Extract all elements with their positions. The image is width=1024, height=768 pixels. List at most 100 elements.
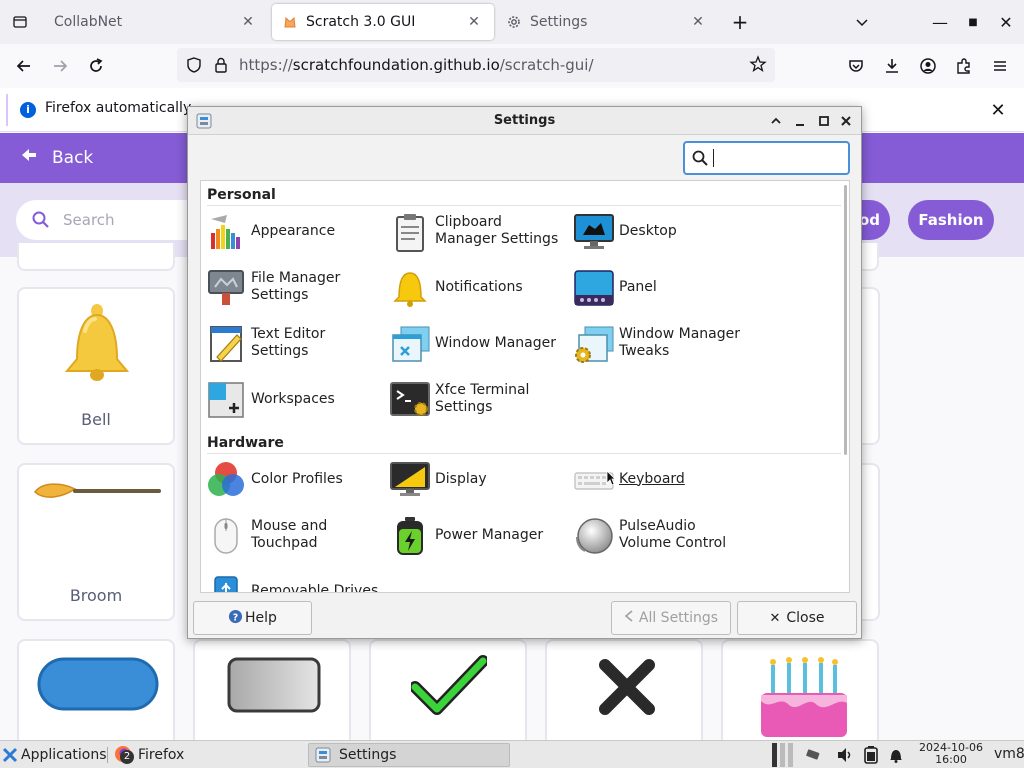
- settings-item-clipboard[interactable]: Clipboard Manager Settings: [385, 205, 569, 257]
- settings-item-text-editor[interactable]: Text Editor Settings: [201, 317, 385, 369]
- help-button[interactable]: ? Help: [193, 601, 312, 635]
- forward-arrow-icon[interactable]: [42, 48, 78, 84]
- hamburger-menu-icon[interactable]: [982, 48, 1018, 84]
- close-icon[interactable]: ✕: [984, 96, 1012, 124]
- item-label: Removable Drives: [251, 582, 379, 593]
- close-icon[interactable]: ✕: [688, 14, 708, 30]
- all-settings-button[interactable]: All Settings: [611, 601, 731, 635]
- back-button[interactable]: Back: [20, 147, 93, 168]
- settings-item-display[interactable]: Display: [385, 453, 569, 505]
- maximize-icon[interactable]: ■: [955, 4, 991, 40]
- settings-item-terminal[interactable]: Xfce Terminal Settings: [385, 373, 569, 425]
- close-icon[interactable]: ✕: [464, 14, 484, 30]
- settings-item-power[interactable]: Power Manager: [385, 509, 569, 561]
- settings-item-file-manager[interactable]: File Manager Settings: [201, 261, 385, 313]
- firefox-label: Firefox: [138, 747, 185, 763]
- volume-icon[interactable]: [836, 747, 854, 767]
- svg-text:?: ?: [233, 612, 238, 623]
- maximize-icon[interactable]: [814, 111, 834, 131]
- clock[interactable]: 2024-10-06 16:00: [915, 742, 987, 766]
- xfce-logo-icon: [2, 747, 18, 763]
- settings-item-window-manager[interactable]: Window Manager: [385, 317, 569, 369]
- settings-item-color-profiles[interactable]: Color Profiles: [201, 453, 385, 505]
- settings-item-workspaces[interactable]: Workspaces: [201, 373, 385, 425]
- settings-item-mouse[interactable]: Mouse and Touchpad: [201, 509, 385, 561]
- minimize-icon[interactable]: —: [922, 4, 958, 40]
- notification-text: Firefox automatically: [45, 100, 192, 116]
- applications-menu-button[interactable]: Applications: [2, 743, 107, 767]
- library-card[interactable]: [17, 243, 175, 271]
- notification-accent: [6, 94, 8, 126]
- close-window-icon[interactable]: ✕: [988, 4, 1024, 40]
- downloads-icon[interactable]: [874, 48, 910, 84]
- settings-item-removable-drives[interactable]: Removable Drives: [201, 565, 385, 593]
- taskbar-firefox[interactable]: 2 Firefox: [114, 743, 304, 767]
- lock-icon[interactable]: [212, 56, 230, 78]
- settings-item-panel[interactable]: Panel: [569, 261, 753, 313]
- chevron-up-icon[interactable]: [766, 111, 786, 131]
- item-label: Workspaces: [251, 390, 335, 407]
- shield-icon[interactable]: [185, 56, 203, 78]
- reload-icon[interactable]: [78, 48, 114, 84]
- settings-item-window-tweaks[interactable]: Window Manager Tweaks: [569, 317, 753, 369]
- info-icon: i: [20, 102, 36, 118]
- tab-bar: CollabNet ✕ Scratch 3.0 GUI ✕ Settings ✕…: [0, 0, 1024, 44]
- settings-item-appearance[interactable]: Appearance: [201, 205, 385, 257]
- settings-item-desktop[interactable]: Desktop: [569, 205, 753, 257]
- new-tab-plus-icon[interactable]: +: [722, 4, 758, 40]
- network-icon[interactable]: [806, 747, 824, 765]
- taskbar: Applications 2 Firefox Settings 2024-10-…: [0, 740, 1024, 768]
- settings-item-notifications[interactable]: Notifications: [385, 261, 569, 313]
- taskbar-settings[interactable]: Settings: [308, 743, 510, 767]
- url-bar[interactable]: https://scratchfoundation.github.io/scra…: [177, 48, 775, 82]
- tab-collabnet[interactable]: CollabNet ✕: [42, 4, 268, 40]
- battery-icon[interactable]: [864, 746, 878, 768]
- workspace-1[interactable]: [772, 743, 777, 767]
- bookmark-star-icon[interactable]: [749, 55, 767, 77]
- extensions-icon[interactable]: [946, 48, 982, 84]
- account-icon[interactable]: [910, 48, 946, 84]
- library-search-input[interactable]: Search: [16, 200, 216, 240]
- notification-bell-icon[interactable]: [888, 747, 904, 767]
- sprite-card-cake[interactable]: [721, 639, 879, 740]
- scratch-cat-icon: [282, 14, 298, 30]
- clipboard-icon: [396, 214, 424, 252]
- desktop-icon: [574, 214, 614, 249]
- settings-item-pulseaudio[interactable]: PulseAudio Volume Control: [569, 509, 753, 561]
- close-icon[interactable]: ✕: [238, 14, 258, 30]
- sprite-card-bell[interactable]: Bell: [17, 287, 175, 445]
- sprite-card-x[interactable]: [545, 639, 703, 740]
- back-label: Back: [52, 147, 94, 168]
- item-label: PulseAudio Volume Control: [619, 518, 727, 551]
- minimize-icon[interactable]: [790, 111, 810, 131]
- tab-scratch[interactable]: Scratch 3.0 GUI ✕: [272, 4, 494, 40]
- url-host: scratchfoundation.github.io: [292, 56, 500, 74]
- item-label: Xfce Terminal Settings: [435, 382, 530, 415]
- workspace-2[interactable]: [780, 743, 785, 767]
- scrollbar[interactable]: [844, 185, 847, 455]
- close-icon[interactable]: [836, 111, 856, 131]
- sprite-card-button[interactable]: [17, 639, 175, 740]
- clock-time: 16:00: [935, 753, 967, 766]
- back-arrow-icon[interactable]: [6, 48, 42, 84]
- sprite-card-broom[interactable]: Broom: [17, 463, 175, 621]
- section-personal: Personal: [207, 187, 276, 203]
- tab-list-icon[interactable]: [2, 4, 38, 40]
- settings-item-keyboard[interactable]: Keyboard: [569, 453, 753, 505]
- pocket-icon[interactable]: [838, 48, 874, 84]
- workspace-3[interactable]: [788, 743, 793, 767]
- url-text[interactable]: https://scratchfoundation.github.io/scra…: [239, 56, 594, 74]
- user-label[interactable]: vm8: [994, 746, 1024, 762]
- url-prefix: https://: [239, 56, 293, 74]
- close-button[interactable]: ✕ Close: [737, 601, 857, 635]
- dialog-titlebar[interactable]: Settings: [188, 107, 861, 135]
- display-icon: [390, 462, 430, 496]
- workspace-switcher[interactable]: [770, 743, 796, 767]
- settings-search-field[interactable]: [717, 147, 842, 169]
- settings-search-input[interactable]: [683, 141, 850, 175]
- tab-settings[interactable]: Settings ✕: [496, 4, 718, 40]
- category-fashion-pill[interactable]: Fashion: [908, 200, 994, 240]
- sprite-card-button-gray[interactable]: [193, 639, 351, 740]
- sprite-card-checkmark[interactable]: [369, 639, 527, 740]
- chevron-down-icon[interactable]: [844, 4, 880, 40]
